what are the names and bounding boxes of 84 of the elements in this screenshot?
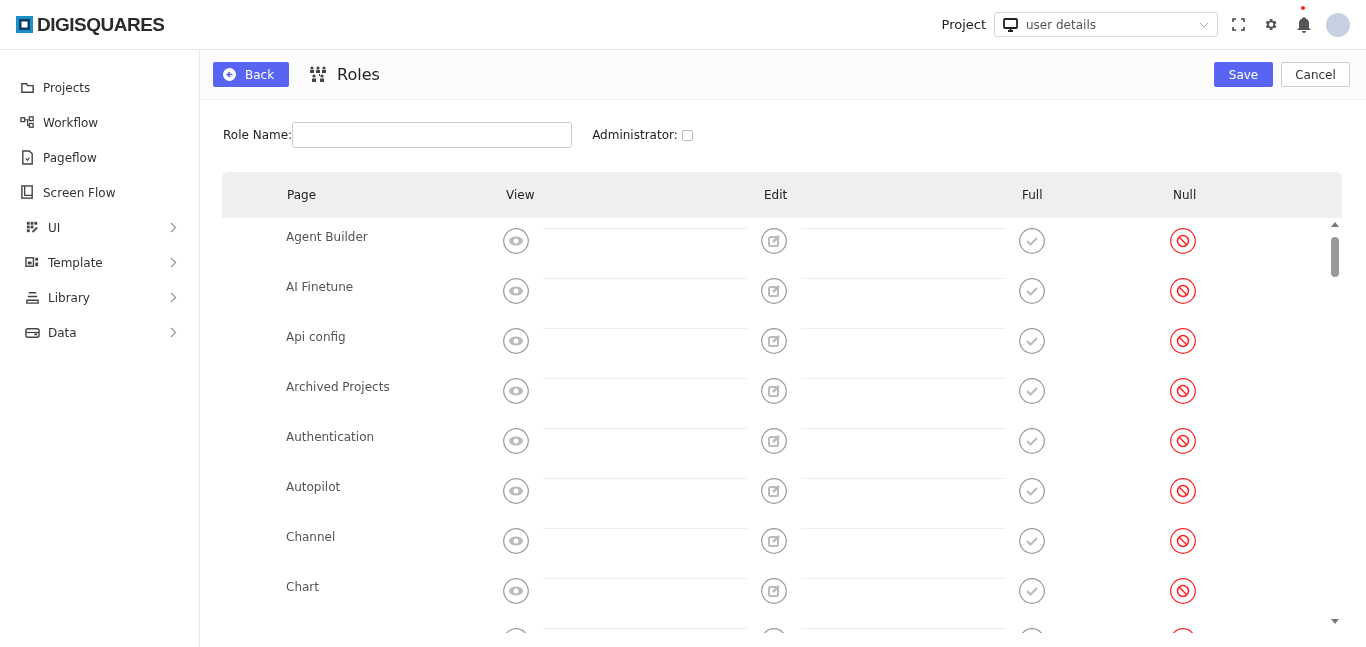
- eye-icon[interactable]: [503, 478, 529, 504]
- page-name: AI Finetune: [286, 280, 354, 294]
- user-avatar[interactable]: [1326, 12, 1350, 37]
- edit-icon[interactable]: [761, 228, 787, 254]
- prohibited-icon[interactable]: [1170, 278, 1196, 304]
- sidebar-item[interactable]: Library: [0, 280, 199, 315]
- checkmark-icon[interactable]: [1019, 528, 1045, 554]
- checkmark-icon[interactable]: [1019, 428, 1045, 454]
- menu-item-icon: [20, 115, 35, 130]
- menu-item-icon: [25, 290, 40, 305]
- column-header: Null: [1172, 188, 1198, 202]
- chevron-down-icon: [1199, 21, 1209, 28]
- notification-bell-icon[interactable]: [1296, 15, 1312, 34]
- scroll-up-icon[interactable]: [1331, 222, 1339, 227]
- column-header: Edit: [763, 188, 789, 202]
- edit-icon[interactable]: [761, 378, 787, 404]
- prohibited-icon[interactable]: [1170, 578, 1196, 604]
- checkmark-icon[interactable]: [1019, 278, 1045, 304]
- sidebar-item[interactable]: Template: [0, 245, 199, 280]
- checkmark-icon[interactable]: [1019, 378, 1045, 404]
- project-dropdown[interactable]: user details: [994, 12, 1218, 37]
- column-header: View: [505, 188, 536, 202]
- edit-icon[interactable]: [761, 478, 787, 504]
- edit-icon[interactable]: [761, 428, 787, 454]
- cancel-button[interactable]: Cancel: [1281, 62, 1350, 87]
- eye-icon[interactable]: [503, 578, 529, 604]
- eye-icon[interactable]: [503, 228, 529, 254]
- menu-item-icon: [25, 220, 40, 235]
- edit-icon[interactable]: [761, 328, 787, 354]
- page-name: Api config: [286, 330, 346, 344]
- eye-icon[interactable]: [503, 428, 529, 454]
- scroll-down-icon[interactable]: [1331, 619, 1339, 624]
- edit-icon[interactable]: [761, 278, 787, 304]
- role-name-field[interactable]: [292, 122, 573, 148]
- edit-icon[interactable]: [761, 528, 787, 554]
- eye-icon[interactable]: [503, 328, 529, 354]
- column-header: Page: [287, 188, 318, 202]
- sidebar-item[interactable]: Projects: [0, 70, 199, 105]
- eye-icon[interactable]: [503, 278, 529, 304]
- eye-icon[interactable]: [503, 378, 529, 404]
- prohibited-icon[interactable]: [1170, 328, 1196, 354]
- save-button[interactable]: Save: [1214, 62, 1273, 87]
- menu-item-icon: [25, 255, 40, 270]
- prohibited-icon[interactable]: [1170, 528, 1196, 554]
- back-button[interactable]: Back: [213, 62, 289, 87]
- column-header: Full: [1021, 188, 1044, 202]
- administrator-checkbox[interactable]: [681, 129, 693, 141]
- page-name: Channel: [286, 530, 336, 544]
- monitor-icon: [1003, 17, 1018, 32]
- prohibited-icon[interactable]: [1170, 378, 1196, 404]
- sidebar-item[interactable]: UI: [0, 210, 199, 245]
- menu-item-icon: [20, 150, 35, 165]
- page-title: Roles: [337, 65, 380, 84]
- menu-item-icon: [20, 185, 35, 200]
- page-name: Archived Projects: [286, 380, 390, 394]
- checkmark-icon[interactable]: [1019, 578, 1045, 604]
- sidebar-item[interactable]: Workflow: [0, 105, 199, 140]
- prohibited-icon[interactable]: [1170, 478, 1196, 504]
- page-name: Agent Builder: [286, 230, 368, 244]
- edit-icon[interactable]: [761, 578, 787, 604]
- logo-icon: [16, 16, 33, 33]
- administrator-label: Administrator:: [592, 128, 678, 142]
- settings-icon[interactable]: [1263, 17, 1278, 32]
- eye-icon[interactable]: [503, 528, 529, 554]
- menu-item-icon: [20, 80, 35, 95]
- brand-name: DIGISQUARES: [37, 13, 165, 36]
- users-icon: [309, 65, 327, 84]
- back-arrow-icon: [223, 68, 236, 81]
- role-name-label: Role Name:: [223, 128, 293, 142]
- page-name: Chart: [286, 580, 319, 594]
- menu-item-icon: [25, 325, 40, 340]
- sidebar-item[interactable]: Data: [0, 315, 199, 350]
- fullscreen-icon[interactable]: [1232, 18, 1245, 31]
- sidebar-item[interactable]: Pageflow: [0, 140, 199, 175]
- page-name: Authentication: [286, 430, 375, 444]
- checkmark-icon[interactable]: [1019, 478, 1045, 504]
- prohibited-icon[interactable]: [1170, 428, 1196, 454]
- scrollbar-thumb[interactable]: [1331, 237, 1339, 277]
- sidebar-item[interactable]: Screen Flow: [0, 175, 199, 210]
- checkmark-icon[interactable]: [1019, 328, 1045, 354]
- checkmark-icon[interactable]: [1019, 228, 1045, 254]
- page-name: Autopilot: [286, 480, 341, 494]
- prohibited-icon[interactable]: [1170, 228, 1196, 254]
- project-label: Project: [941, 17, 986, 32]
